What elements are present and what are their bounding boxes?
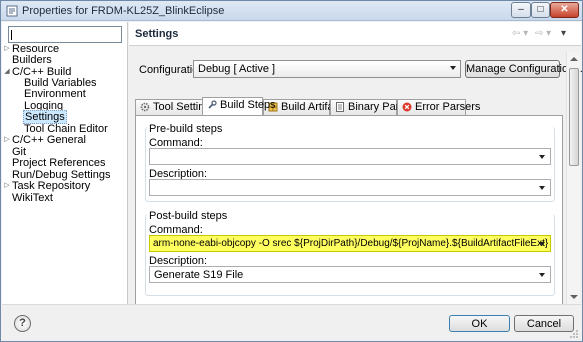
tree-item-label: Settings xyxy=(23,110,67,124)
manage-configurations-button[interactable]: Manage Configurations... xyxy=(465,60,583,78)
maximize-button[interactable]: □ xyxy=(531,2,550,18)
binary-icon xyxy=(336,102,344,112)
gear-icon xyxy=(140,102,150,112)
tab-binary-parsers[interactable]: Binary Parsers xyxy=(330,99,420,115)
title-bar[interactable]: Properties for FRDM-KL25Z_BlinkEclipse –… xyxy=(1,1,582,21)
expand-arrow-icon[interactable]: ▷ xyxy=(3,180,11,192)
settings-pane: Settings ⇦ ▾ ⇨ ▾ ▾ Configuration: Debug … xyxy=(129,22,583,304)
post-build-description-value: Generate S19 File xyxy=(154,269,244,281)
tab-error-parsers[interactable]: Error Parsers xyxy=(397,99,480,115)
scroll-thumb[interactable] xyxy=(569,68,579,166)
chevron-down-icon[interactable] xyxy=(539,155,545,159)
chevron-down-icon xyxy=(450,66,456,70)
tree-item-label: Project References xyxy=(12,157,106,169)
tree-item-environment[interactable]: Environment xyxy=(24,88,86,100)
tab-tool-settings[interactable]: Tool Settings xyxy=(135,99,216,115)
scroll-up-icon[interactable] xyxy=(570,57,578,61)
resize-grip-icon[interactable] xyxy=(569,329,579,339)
help-icon[interactable]: ? xyxy=(14,315,31,332)
chevron-down-icon[interactable] xyxy=(539,273,545,277)
configuration-select[interactable]: Debug [ Active ] xyxy=(193,60,461,78)
expand-arrow-icon[interactable]: ▷ xyxy=(3,134,11,146)
properties-dialog: Properties for FRDM-KL25Z_BlinkEclipse –… xyxy=(0,0,583,342)
build-steps-panel: Pre-build steps Command: Description: Po… xyxy=(135,115,563,304)
wrench-icon xyxy=(208,100,217,109)
pre-build-command-field[interactable] xyxy=(149,148,551,165)
text-caret xyxy=(11,30,12,40)
tree-item-cpp-general[interactable]: ▷ C/C++ General xyxy=(4,134,86,146)
tree-item-wikitext[interactable]: WikiText xyxy=(12,192,53,204)
configuration-value: Debug [ Active ] xyxy=(198,63,276,75)
post-build-description-field[interactable]: Generate S19 File xyxy=(149,266,551,283)
tab-label: Build Steps xyxy=(220,99,276,111)
tree-item-label: C/C++ General xyxy=(12,134,86,146)
post-build-command-value: arm-none-eabi-objcopy -O srec ${ProjDirP… xyxy=(153,238,550,249)
close-button[interactable]: ✕ xyxy=(550,2,579,18)
tree-item-label: WikiText xyxy=(12,192,53,204)
dialog-footer: ? OK Cancel xyxy=(2,304,581,341)
vertical-scrollbar[interactable] xyxy=(566,52,580,304)
collapse-arrow-icon[interactable]: ◢ xyxy=(3,66,11,78)
properties-icon xyxy=(6,5,18,17)
chevron-down-icon[interactable] xyxy=(539,242,545,246)
minimize-icon: – xyxy=(518,4,524,15)
close-icon: ✕ xyxy=(560,4,569,15)
view-menu-icon[interactable]: ▾ xyxy=(561,28,566,39)
tab-build-steps[interactable]: Build Steps xyxy=(202,97,276,115)
scroll-down-icon[interactable] xyxy=(570,295,578,299)
maximize-icon: □ xyxy=(537,4,544,15)
tree-item-label: Builders xyxy=(12,54,52,66)
window-title: Properties for FRDM-KL25Z_BlinkEclipse xyxy=(22,5,225,17)
pre-build-description-field[interactable] xyxy=(149,179,551,196)
tab-label: Error Parsers xyxy=(415,101,481,113)
post-build-command-field[interactable]: arm-none-eabi-objcopy -O srec ${ProjDirP… xyxy=(149,235,551,252)
cancel-button[interactable]: Cancel xyxy=(514,315,574,332)
filter-input[interactable] xyxy=(8,26,122,43)
tree-item-project-references[interactable]: Project References xyxy=(12,157,106,169)
tree-item-builders[interactable]: Builders xyxy=(12,54,52,66)
tree-item-label: Task Repository xyxy=(12,180,91,192)
forward-icon[interactable]: ⇨ ▾ xyxy=(535,28,551,39)
page-title: Settings xyxy=(135,28,179,40)
dialog-client: ▷ Resource Builders ◢ C/C++ Build Build Va… xyxy=(2,22,583,341)
back-icon[interactable]: ⇦ ▾ xyxy=(512,28,528,39)
tree-item-settings[interactable]: Settings xyxy=(23,110,67,124)
page-header: Settings ⇦ ▾ ⇨ ▾ ▾ xyxy=(129,22,581,46)
error-icon xyxy=(402,102,412,112)
minimize-button[interactable]: – xyxy=(511,2,531,18)
ok-button[interactable]: OK xyxy=(449,315,510,332)
tree-item-task-repository[interactable]: ▷ Task Repository xyxy=(4,180,91,192)
chevron-down-icon[interactable] xyxy=(539,186,545,190)
tree-item-label: Environment xyxy=(24,88,86,100)
navigation-pane: ▷ Resource Builders ◢ C/C++ Build Build Va… xyxy=(2,22,128,304)
expand-arrow-icon[interactable]: ▷ xyxy=(3,43,11,55)
